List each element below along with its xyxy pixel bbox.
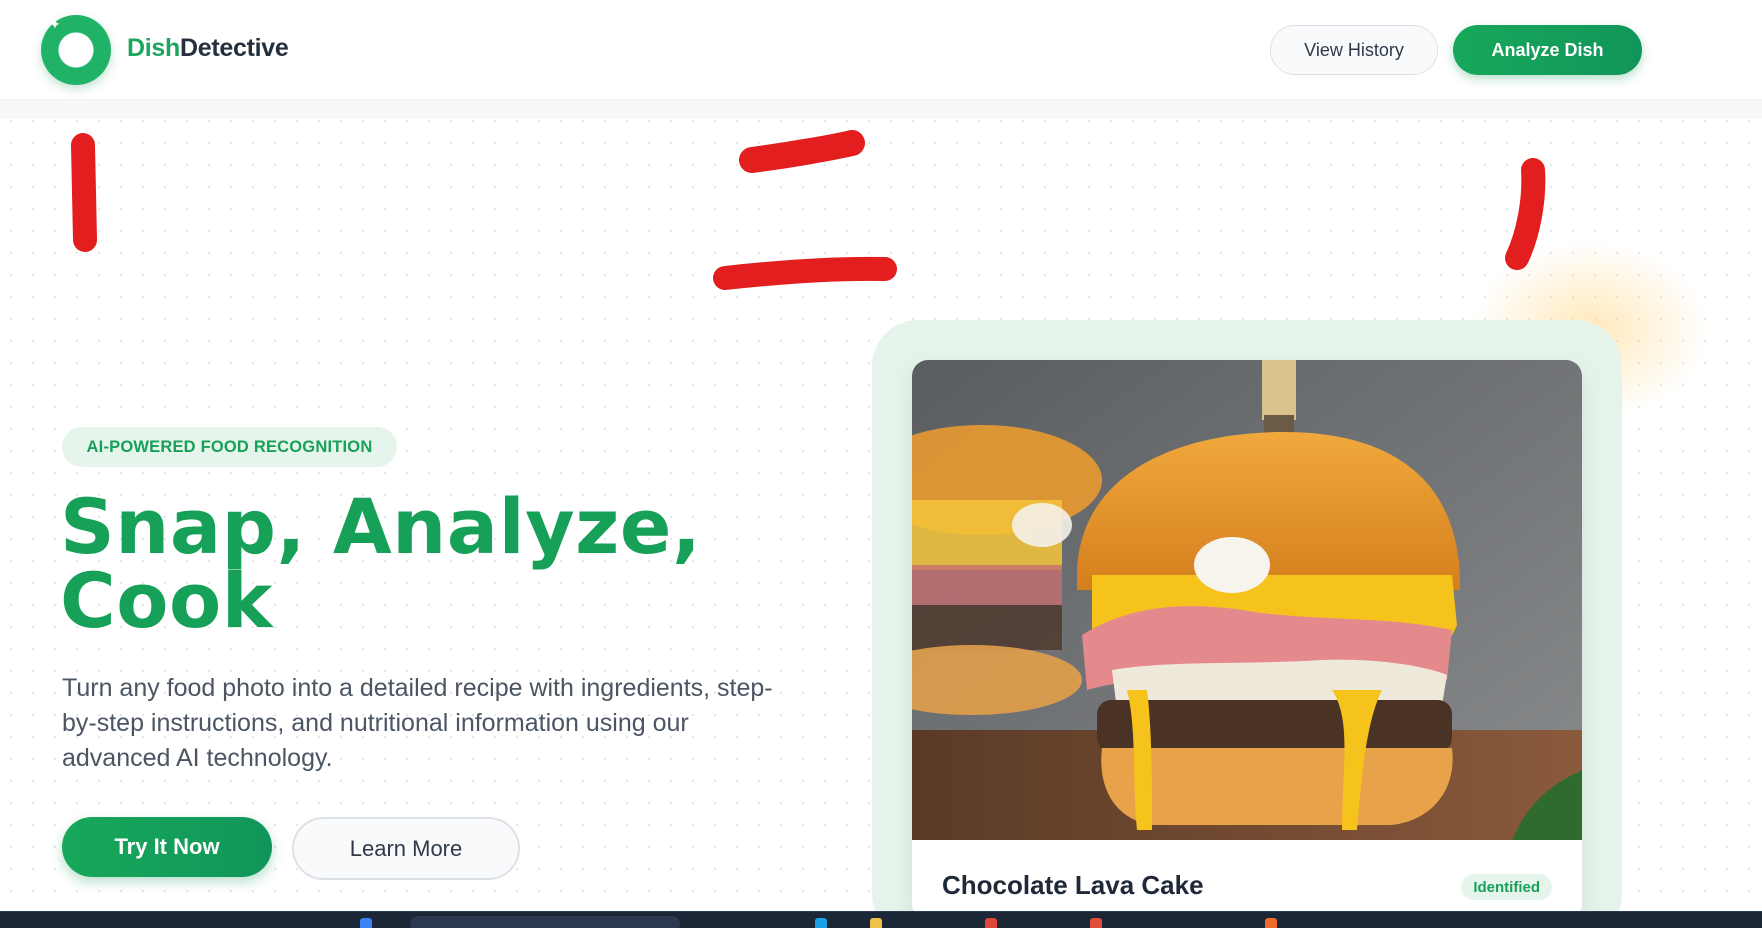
logo-text-accent: Dish	[127, 34, 180, 62]
annotation-stroke-3	[713, 256, 897, 290]
burger-photo	[912, 360, 1582, 840]
logo-text-main: Detective	[179, 34, 289, 62]
landing-page: ✦ DishDetective View History Analyze Dis…	[0, 0, 1762, 911]
view-history-button[interactable]: View History	[1270, 25, 1438, 75]
folder-icon[interactable]	[870, 918, 882, 928]
headline-line-2: Cook	[60, 556, 273, 645]
headline-line-1: Snap, Analyze,	[60, 482, 702, 571]
top-navbar: ✦ DishDetective View History Analyze Dis…	[0, 0, 1762, 100]
annotation-stroke-4	[1505, 158, 1546, 270]
logo-wordmark[interactable]: DishDetective	[127, 34, 289, 63]
app-icon[interactable]	[1265, 918, 1277, 928]
edge-icon[interactable]	[815, 918, 827, 928]
header-divider	[0, 100, 1762, 119]
hero-headline: Snap, Analyze, Cook	[60, 482, 780, 645]
chrome-icon[interactable]	[1090, 918, 1102, 928]
learn-more-button[interactable]: Learn More	[292, 817, 520, 880]
feature-badge: AI-POWERED FOOD RECOGNITION	[62, 427, 397, 467]
os-taskbar	[0, 911, 1762, 928]
annotation-stroke-2	[739, 130, 865, 173]
taskbar-search[interactable]	[410, 916, 680, 928]
annotation-stroke-1	[71, 133, 97, 252]
analyze-dish-button[interactable]: Analyze Dish	[1453, 25, 1642, 75]
dish-name: Chocolate Lava Cake	[942, 870, 1204, 900]
hero-description: Turn any food photo into a detailed reci…	[62, 674, 773, 772]
mail-icon[interactable]	[985, 918, 997, 928]
sparkle-icon: ✦	[49, 16, 61, 32]
windows-icon[interactable]	[360, 918, 372, 928]
try-it-now-button[interactable]: Try It Now	[62, 817, 272, 877]
dish-preview-card[interactable]: Chocolate Lava Cake Identified	[912, 360, 1582, 911]
identified-badge: Identified	[1461, 874, 1552, 900]
